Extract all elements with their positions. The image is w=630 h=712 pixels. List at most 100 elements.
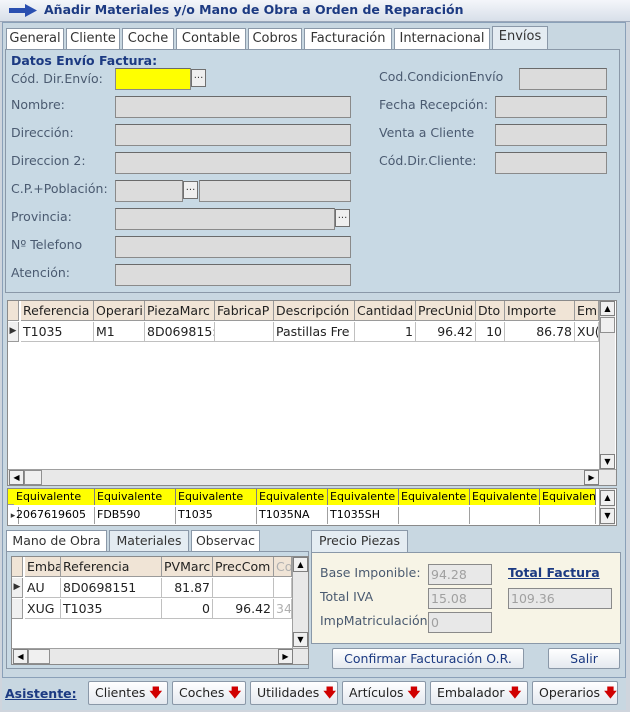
coches-button[interactable]: Coches 🡇 (172, 681, 246, 705)
table-cell[interactable]: 96.42 (213, 599, 274, 619)
table-cell[interactable]: AU (25, 578, 61, 598)
scroll-left-icon[interactable]: ◀ (9, 470, 24, 485)
poblacion-field[interactable] (199, 180, 351, 202)
equivalent-cell[interactable]: T1035NA (257, 507, 328, 524)
tab-general[interactable]: General (6, 28, 64, 49)
scroll-up-icon[interactable]: ▲ (600, 301, 615, 316)
tab-facturacion[interactable]: Facturación (304, 28, 392, 49)
operarios-button[interactable]: Operarios 🡇 (532, 681, 618, 705)
equivalent-cell[interactable]: FDB590 (95, 507, 176, 524)
table-cell[interactable]: XUG (25, 599, 61, 619)
tab-envios[interactable]: Envíos (492, 26, 548, 50)
scroll-down-icon[interactable]: ▼ (600, 454, 615, 469)
col-header-cantidad[interactable]: Cantidad (355, 301, 416, 321)
col-header-prec-compra[interactable]: PrecCom (213, 557, 274, 577)
fecha-recepcion-field[interactable] (495, 96, 607, 118)
cod-condicion-envio-field[interactable] (519, 68, 607, 90)
cod-dir-envio-lookup-button[interactable]: ... (191, 69, 206, 87)
table-cell[interactable]: T1035 (21, 322, 94, 342)
total-factura-field[interactable]: 109.36 (508, 588, 612, 609)
table-cell[interactable] (274, 578, 292, 598)
telefono-field[interactable] (115, 236, 351, 258)
equivalent-cell[interactable]: T1035 (176, 507, 257, 524)
tab-cliente[interactable]: Cliente (66, 28, 120, 49)
col-header-importe[interactable]: Importe (505, 301, 575, 321)
scroll-up-icon[interactable]: ▲ (293, 557, 308, 572)
table-cell[interactable]: Pastillas Fre (274, 322, 355, 342)
tab-cobros[interactable]: Cobros (248, 28, 302, 49)
base-imponible-field[interactable]: 94.28 (428, 564, 492, 585)
scroll-down-icon[interactable]: ▼ (293, 632, 308, 647)
col-header-pieza-marca[interactable]: PiezaMarc (145, 301, 215, 321)
direccion-field[interactable] (115, 124, 351, 146)
equivalent-cell[interactable]: T1035SH (328, 507, 399, 524)
tab-precio-piezas[interactable]: Precio Piezas (311, 530, 408, 553)
col-header-prec-unid[interactable]: PrecUnid (416, 301, 476, 321)
tab-materiales[interactable]: Materiales (109, 530, 189, 553)
scroll-down-icon[interactable]: ▼ (600, 508, 615, 524)
lines-grid-hscrollbar[interactable] (8, 469, 616, 485)
scroll-right-icon[interactable]: ▶ (584, 470, 599, 485)
embalador-button[interactable]: Embalador 🡇 (430, 681, 528, 705)
table-cell[interactable]: 34 (274, 599, 292, 619)
arrow-down-icon: 🡇 (407, 685, 421, 700)
imp-matriculacion-field[interactable]: 0 (428, 612, 492, 633)
col-header-operario[interactable]: Operari (94, 301, 145, 321)
equivalent-cell[interactable] (470, 507, 540, 524)
tab-mano-de-obra[interactable]: Mano de Obra (6, 530, 107, 551)
col-header-em[interactable]: Em (575, 301, 599, 321)
clientes-button[interactable]: Clientes 🡇 (88, 681, 168, 705)
total-iva-field[interactable]: 15.08 (428, 588, 492, 609)
table-cell[interactable]: 8D0698151 (61, 578, 162, 598)
table-cell[interactable]: 10 (476, 322, 505, 342)
table-cell[interactable]: T1035 (61, 599, 162, 619)
utilidades-button[interactable]: Utilidades 🡇 (250, 681, 338, 705)
table-cell[interactable]: XU( (575, 322, 599, 342)
direccion-2-field[interactable] (115, 152, 351, 174)
col-header-fabricante[interactable]: FabricaP (215, 301, 274, 321)
venta-cliente-field[interactable] (495, 124, 607, 146)
table-cell[interactable]: 96.42 (416, 322, 476, 342)
tab-internacional[interactable]: Internacional (394, 28, 490, 49)
cod-dir-cliente-field[interactable] (495, 152, 607, 174)
table-cell[interactable] (213, 578, 274, 598)
equivalent-cell[interactable] (540, 507, 596, 524)
table-cell[interactable]: M1 (94, 322, 145, 342)
col-header-pv-marca[interactable]: PVMarc (162, 557, 213, 577)
tab-contable[interactable]: Contable (176, 28, 246, 49)
col-header-co[interactable]: Co (274, 557, 292, 577)
tab-observaciones[interactable]: Observac (191, 530, 260, 551)
provincia-field[interactable] (115, 208, 335, 230)
table-cell[interactable]: 1 (355, 322, 416, 342)
cp-lookup-button[interactable]: ... (183, 181, 198, 199)
table-cell[interactable]: 8D069815: (145, 322, 215, 342)
scroll-up-icon[interactable]: ▲ (600, 490, 615, 506)
tab-coche[interactable]: Coche (122, 28, 174, 49)
atencion-field[interactable] (115, 264, 351, 286)
scroll-right-icon[interactable]: ▶ (278, 649, 293, 664)
col-header-embalador[interactable]: Emba (25, 557, 61, 577)
col-header-referencia[interactable]: Referencia (21, 301, 94, 321)
col-header-dto[interactable]: Dto (476, 301, 505, 321)
cp-field[interactable] (115, 180, 183, 202)
utilidades-label: Utilidades (257, 685, 320, 700)
nombre-field[interactable] (115, 96, 351, 118)
scroll-thumb[interactable] (28, 649, 50, 664)
table-cell[interactable]: 0 (162, 599, 213, 619)
col-header-referencia[interactable]: Referencia (61, 557, 162, 577)
equivalent-cell[interactable] (399, 507, 470, 524)
cod-dir-envio-field[interactable] (115, 68, 191, 90)
table-cell[interactable] (215, 322, 274, 342)
col-header-descripcion[interactable]: Descripción (274, 301, 355, 321)
equivalent-cell[interactable]: 2067619605 (14, 507, 95, 524)
provincia-lookup-button[interactable]: ... (335, 209, 350, 227)
confirmar-facturacion-button[interactable]: Confirmar Facturación O.R. (332, 648, 524, 669)
articulos-button[interactable]: Artículos 🡇 (342, 681, 426, 705)
scroll-thumb[interactable] (600, 317, 615, 333)
salir-button[interactable]: Salir (548, 648, 620, 669)
table-cell[interactable]: 81.87 (162, 578, 213, 598)
scroll-left-icon[interactable]: ◀ (13, 649, 28, 664)
scroll-thumb[interactable] (24, 470, 42, 485)
table-cell[interactable]: 86.78 (505, 322, 575, 342)
materials-hscrollbar[interactable] (12, 648, 308, 664)
